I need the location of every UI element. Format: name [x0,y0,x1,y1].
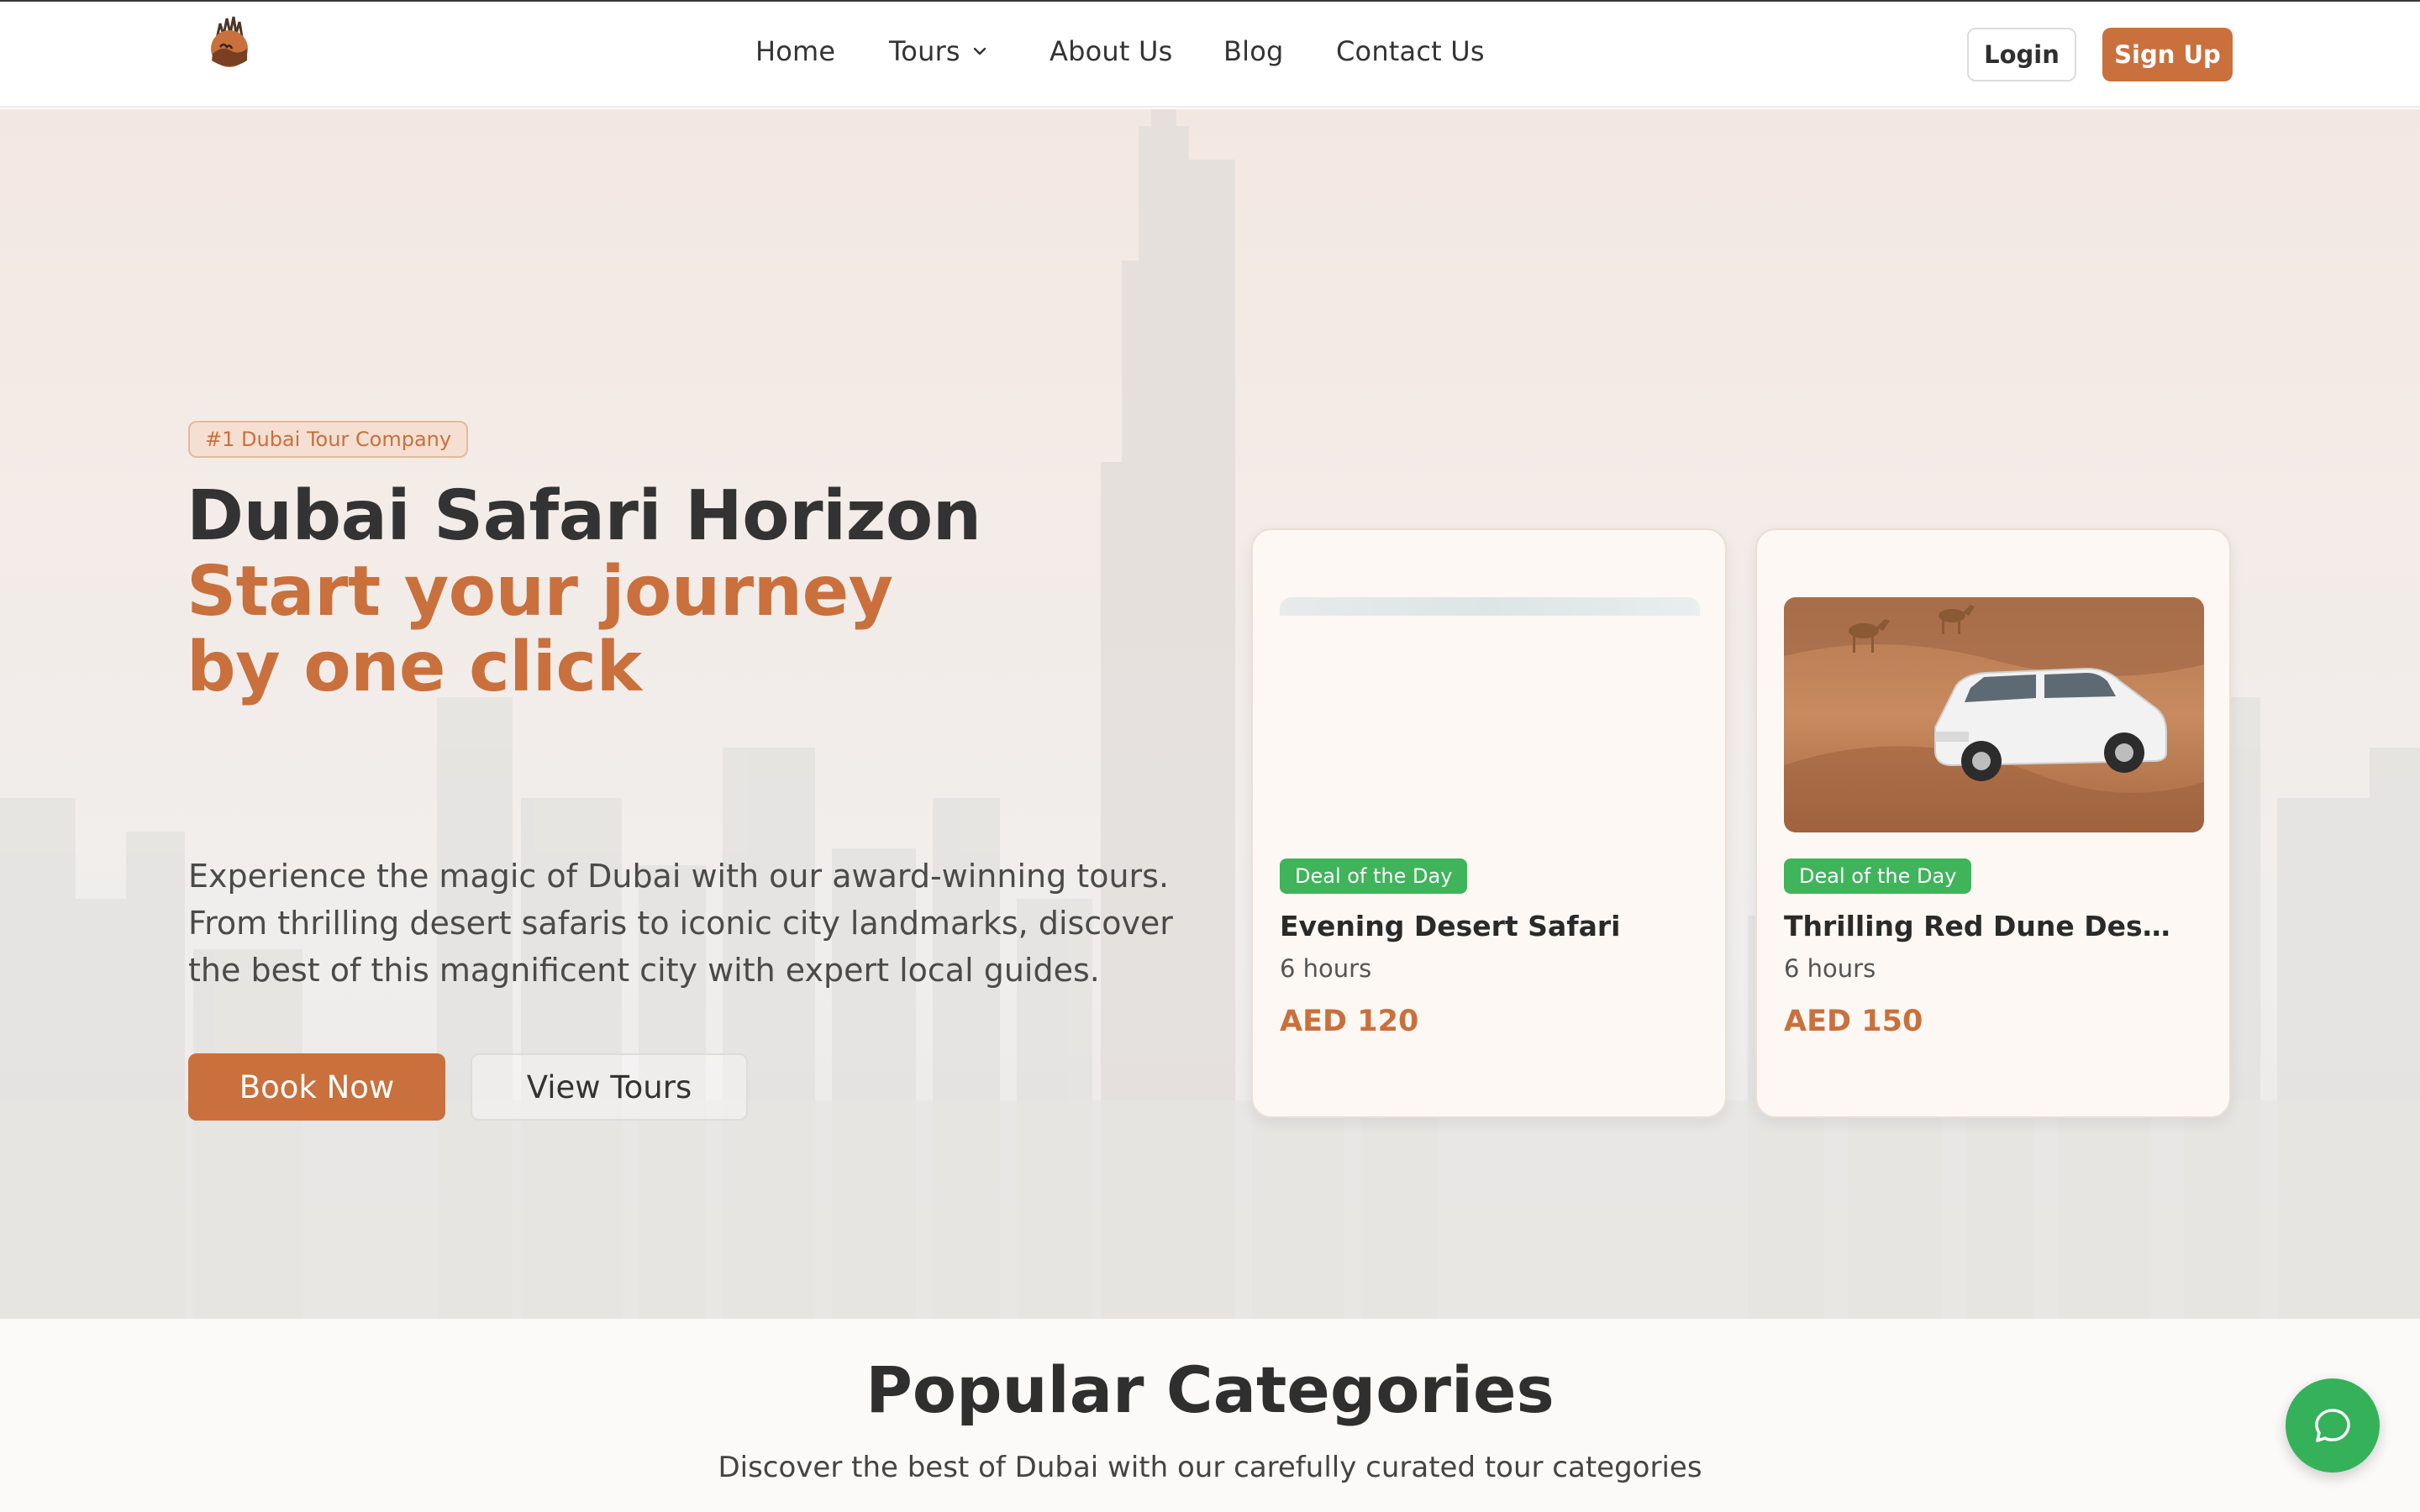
popular-categories-section: Popular Categories Discover the best of … [0,1319,2420,1512]
section-title: Popular Categories [865,1352,1555,1427]
tour-card[interactable]: Deal of the Day Thrilling Red Dune Deser… [1755,528,2231,1118]
book-now-button[interactable]: Book Now [188,1053,445,1121]
deal-badge: Deal of the Day [1784,858,1972,894]
chat-button[interactable] [2286,1378,2380,1473]
tour-image [1784,597,2204,832]
section-subtitle: Discover the best of Dubai with our care… [718,1451,1702,1484]
tour-title: Evening Desert Safari [1280,910,1621,942]
nav-blog[interactable]: Blog [1223,35,1284,67]
tour-duration: 6 hours [1280,954,1372,983]
hero-section: #1 Dubai Tour Company Dubai Safari Horiz… [0,109,2420,1319]
signup-button[interactable]: Sign Up [2102,28,2233,81]
deal-badge: Deal of the Day [1280,858,1468,894]
nav-contact-us[interactable]: Contact Us [1336,35,1485,67]
login-button[interactable]: Login [1967,28,2076,81]
chevron-down-icon [973,47,986,55]
hero-description: Experience the magic of Dubai with our a… [188,858,1173,989]
hero-tagline-line-2: by one click [187,627,642,707]
tour-duration: 6 hours [1784,954,1876,983]
hero-tagline-line-1: Start your journey [187,552,893,632]
tour-image-placeholder [1280,597,1700,616]
nav-home[interactable]: Home [755,35,835,67]
tour-price: AED 120 [1280,1005,1419,1038]
hero-title: Dubai Safari Horizon [187,476,981,556]
nav-tours[interactable]: Tours [889,35,989,67]
tour-price: AED 150 [1784,1005,1923,1038]
nav-about-us[interactable]: About Us [1050,35,1172,67]
tour-card[interactable]: Deal of the Day Evening Desert Safari 6 … [1251,528,1727,1118]
nav-tours-label: Tours [889,35,960,67]
hero-tagline: Start your journey by one click [187,554,893,706]
tour-title: Thrilling Red Dune Desert… [1784,910,2187,942]
chat-bubble-icon [2315,1409,2350,1442]
logo[interactable] [205,13,254,69]
navbar: Home Tours About Us Blog Contact Us Logi… [0,2,2420,108]
desert-jeep-photo [1784,597,2204,832]
hero-badge: #1 Dubai Tour Company [188,421,469,458]
view-tours-button[interactable]: View Tours [471,1053,748,1121]
camel-logo-icon [211,16,248,67]
